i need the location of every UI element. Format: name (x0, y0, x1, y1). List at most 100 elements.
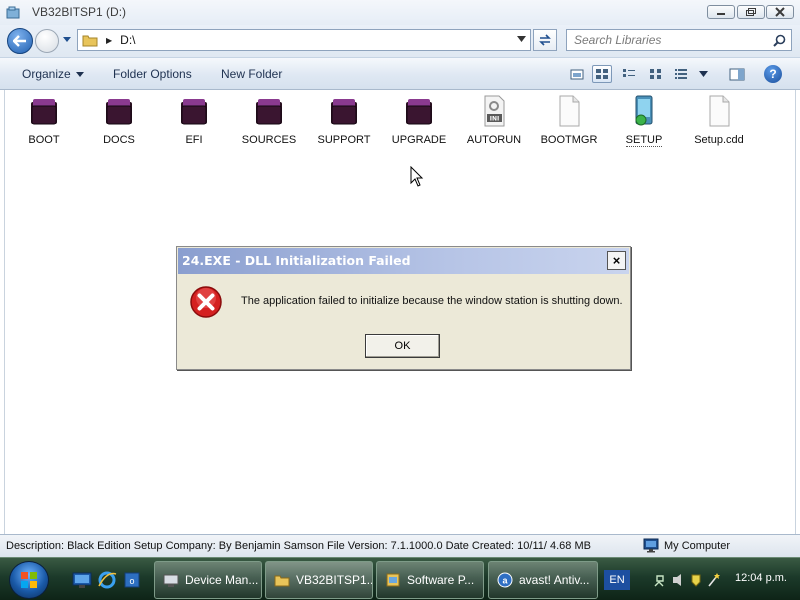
minimize-button[interactable] (707, 5, 735, 19)
large-icons-icon (596, 69, 608, 79)
views-dropdown-icon[interactable] (699, 71, 708, 77)
wand-icon[interactable] (707, 572, 721, 588)
file-name: DOCS (103, 134, 135, 146)
dialog-close-button[interactable]: × (607, 251, 626, 270)
command-bar: Organize Folder Options New Folder ? (0, 57, 800, 90)
new-folder-button[interactable]: New Folder (221, 67, 282, 81)
folder-options-button[interactable]: Folder Options (113, 67, 192, 81)
file-item-setup[interactable]: SETUP (609, 94, 679, 147)
ok-button[interactable]: OK (365, 334, 440, 358)
dialog-title-bar[interactable]: 24.EXE - DLL Initialization Failed × (178, 248, 629, 274)
taskbar-button-software[interactable]: Software P... (376, 561, 484, 599)
file-name: BOOT (28, 134, 60, 146)
outlook-icon[interactable]: o (122, 571, 142, 589)
file-item-setup-cdd[interactable]: Setup.cdd (684, 94, 754, 146)
file-item-docs[interactable]: DOCS (84, 94, 154, 146)
taskbar-button-label: avast! Antiv... (519, 573, 590, 587)
close-icon (775, 7, 785, 17)
language-indicator[interactable]: EN (604, 570, 630, 590)
refresh-button[interactable] (533, 29, 557, 51)
file-item-efi[interactable]: EFI (159, 94, 229, 146)
back-button[interactable] (7, 28, 33, 54)
file-icon (559, 95, 580, 127)
recent-pages-chevron-icon[interactable] (62, 36, 72, 44)
ini-file-icon: INI (484, 95, 505, 127)
folder-icon (256, 99, 282, 125)
maximize-button[interactable] (737, 5, 765, 19)
close-button[interactable] (766, 5, 794, 19)
system-tray (653, 572, 721, 588)
preview-pane-icon (729, 68, 745, 80)
error-icon (190, 286, 222, 318)
folder-icon (106, 99, 132, 125)
chevron-down-icon (75, 72, 84, 78)
search-box[interactable] (566, 29, 792, 51)
file-name: SOURCES (241, 134, 297, 146)
address-dropdown-icon[interactable] (517, 36, 526, 42)
show-desktop-icon[interactable] (72, 571, 92, 589)
network-icon[interactable] (653, 572, 667, 588)
taskbar-button-avast[interactable]: a avast! Antiv... (488, 561, 598, 599)
address-row: ▶ D:\ (0, 25, 800, 57)
start-button[interactable] (9, 561, 49, 599)
file-name: AUTORUN (466, 134, 522, 146)
windows-logo-icon (21, 572, 37, 588)
address-path[interactable]: D:\ (120, 33, 135, 47)
file-item-upgrade[interactable]: UPGRADE (384, 94, 454, 146)
ini-badge: INI (490, 116, 500, 123)
volume-icon[interactable] (671, 572, 685, 588)
search-input[interactable] (567, 30, 757, 50)
file-name: SUPPORT (317, 134, 371, 146)
preview-pane-button[interactable] (727, 65, 747, 83)
clock[interactable]: 12:04 p.m. (735, 572, 787, 584)
folder-icon (31, 99, 57, 125)
file-item-bootmgr[interactable]: BOOTMGR (534, 94, 604, 146)
taskbar-button-label: Device Man... (185, 573, 259, 587)
device-manager-icon (163, 574, 179, 587)
organize-label: Organize (22, 67, 71, 81)
taskbar: o Device Man... VB32BITSP1... Software P… (0, 557, 800, 600)
help-button[interactable]: ? (764, 65, 782, 83)
file-name: EFI (185, 134, 203, 146)
maximize-icon (746, 8, 756, 16)
location-label: My Computer (664, 539, 731, 552)
view-tiles-button[interactable] (646, 65, 666, 83)
file-item-boot[interactable]: BOOT (9, 94, 79, 146)
file-name: UPGRADE (391, 134, 447, 146)
back-arrow-icon (13, 35, 26, 47)
explorer-icon (274, 575, 290, 587)
details-view-icon (675, 69, 687, 79)
taskbar-button-explorer[interactable]: VB32BITSP1... (265, 561, 373, 599)
organize-button[interactable]: Organize (22, 67, 84, 81)
explorer-window-icon (6, 6, 20, 19)
breadcrumb-arrow-icon[interactable]: ▶ (106, 36, 112, 45)
list-view-icon (623, 69, 635, 77)
software-icon (386, 573, 400, 587)
mouse-cursor-icon (410, 166, 424, 187)
search-icon[interactable] (773, 34, 786, 47)
tiles-view-icon (650, 69, 661, 79)
folder-icon (82, 35, 98, 47)
internet-explorer-icon[interactable] (97, 571, 117, 589)
view-list-button[interactable] (619, 65, 639, 83)
safely-remove-icon[interactable] (689, 572, 703, 588)
address-bar[interactable]: ▶ D:\ (77, 29, 531, 51)
file-item-autorun[interactable]: INI AUTORUN (459, 94, 529, 146)
window-title-bar[interactable]: VB32BITSP1 (D:) (0, 0, 800, 25)
folder-icon (406, 99, 432, 125)
view-preview-button[interactable] (567, 65, 587, 83)
setup-icon (635, 95, 653, 126)
taskbar-button-label: VB32BITSP1... (296, 573, 373, 587)
view-details-button[interactable] (671, 65, 691, 83)
view-large-icons-button[interactable] (592, 65, 612, 83)
file-item-support[interactable]: SUPPORT (309, 94, 379, 146)
file-item-sources[interactable]: SOURCES (234, 94, 304, 146)
file-name: BOOTMGR (540, 134, 598, 146)
dialog-title: 24.EXE - DLL Initialization Failed (182, 253, 411, 268)
status-description: Description: Black Edition Setup Company… (6, 540, 591, 552)
taskbar-button-device-manager[interactable]: Device Man... (154, 561, 262, 599)
avast-icon: a (497, 572, 513, 588)
status-location: My Computer (643, 538, 730, 553)
folder-icon (181, 99, 207, 125)
forward-button[interactable] (35, 29, 59, 53)
